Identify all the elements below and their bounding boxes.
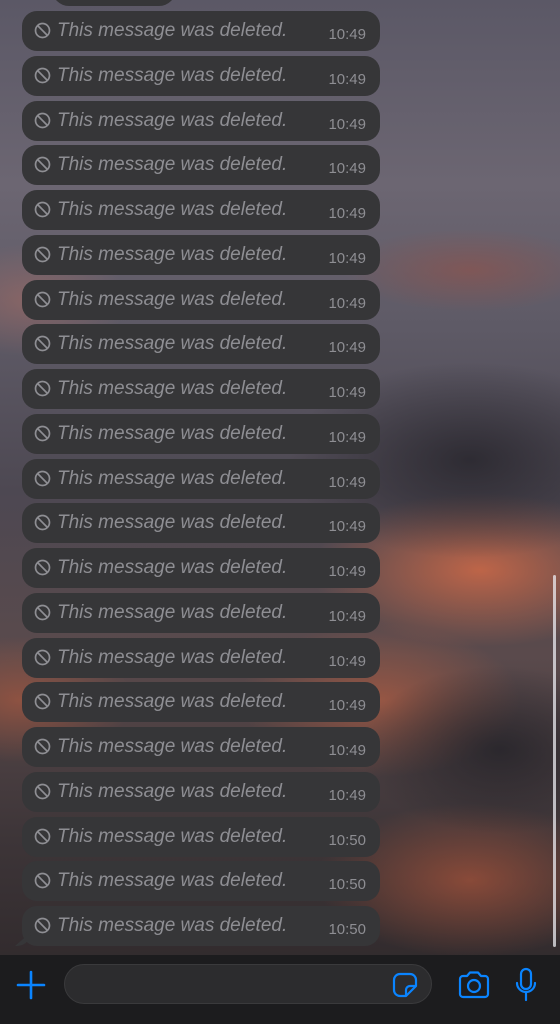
message-timestamp: 10:49 [328,26,366,43]
message-timestamp: 10:49 [328,786,366,804]
deleted-message-bubble[interactable]: This message was deleted. 10:49 [22,369,380,409]
block-icon [34,380,51,397]
message-timestamp: 10:49 [328,294,366,312]
message-timestamp: 10:50 [328,921,366,938]
message-timestamp: 10:49 [328,518,366,536]
block-icon [34,291,51,307]
block-icon [34,112,51,128]
message-timestamp: 10:49 [328,339,366,357]
camera-icon[interactable] [457,971,491,999]
deleted-message-bubble[interactable]: This message was deleted. 10:49 [22,11,380,51]
deleted-message-bubble[interactable]: This message was deleted. 10:49 [22,234,380,275]
message-timestamp: 10:49 [328,160,366,178]
deleted-message-bubble[interactable]: This message was deleted. 10:49 [22,682,380,723]
deleted-message-bubble[interactable]: This message was deleted. 10:49 [22,637,380,678]
deleted-message-text: This message was deleted. [57,780,288,802]
block-icon [34,22,51,39]
block-icon [34,872,51,889]
deleted-message-text: This message was deleted. [57,601,288,623]
deleted-message-text: This message was deleted. [57,333,288,355]
deleted-message-text: This message was deleted. [57,109,288,131]
message-timestamp: 10:49 [328,428,366,446]
block-icon [34,604,51,621]
deleted-message-text: This message was deleted. [57,870,288,892]
block-icon [34,783,51,800]
deleted-message-bubble[interactable]: This message was deleted. 10:50 [22,861,380,902]
deleted-message-text: This message was deleted. [57,422,288,444]
deleted-message-bubble[interactable]: This message was deleted. 10:50 [22,906,380,946]
message-timestamp: 10:49 [328,473,366,491]
deleted-message-bubble[interactable]: This message was deleted. 10:49 [22,592,380,633]
deleted-message-text: This message was deleted. [57,378,288,399]
deleted-message-text: This message was deleted. [57,288,288,310]
deleted-message-text: This message was deleted. [57,199,288,220]
message-list[interactable]: This message was deleted. 10:49 This messa… [22,0,382,955]
deleted-message-bubble[interactable]: This message was deleted. 10:49 [22,55,380,96]
block-icon [34,917,51,934]
sticker-icon[interactable] [392,972,418,998]
partial-message-bubble [52,0,176,6]
deleted-message-text: This message was deleted. [57,512,288,534]
message-timestamp: 10:49 [328,115,366,133]
deleted-message-text: This message was deleted. [57,736,288,757]
deleted-message-bubble[interactable]: This message was deleted. 10:49 [22,190,380,230]
scroll-indicator[interactable] [553,575,556,947]
block-icon [34,201,51,218]
message-timestamp: 10:49 [328,249,366,267]
deleted-message-text: This message was deleted. [57,64,288,86]
block-icon [34,828,51,844]
deleted-message-text: This message was deleted. [57,20,288,41]
block-icon [34,649,51,665]
message-input[interactable] [64,964,432,1004]
deleted-message-text: This message was deleted. [57,646,288,668]
message-timestamp: 10:50 [328,876,366,894]
message-timestamp: 10:49 [328,384,366,401]
block-icon [34,67,51,84]
block-icon [34,425,51,442]
block-icon [34,470,51,486]
block-icon [34,693,51,710]
block-icon [34,738,51,755]
message-timestamp: 10:49 [328,742,366,759]
block-icon [34,335,51,352]
deleted-message-bubble[interactable]: This message was deleted. 10:49 [22,100,380,141]
message-timestamp: 10:50 [328,831,366,849]
message-input-bar [0,955,560,1024]
deleted-message-bubble[interactable]: This message was deleted. 10:49 [22,458,380,499]
block-icon [34,246,51,263]
block-icon [34,559,51,576]
deleted-message-text: This message was deleted. [57,154,288,176]
deleted-message-bubble[interactable]: This message was deleted. 10:49 [22,771,380,812]
deleted-message-text: This message was deleted. [57,467,288,489]
message-timestamp: 10:49 [328,563,366,580]
deleted-message-bubble[interactable]: This message was deleted. 10:50 [22,816,380,857]
message-timestamp: 10:49 [328,607,366,625]
chat-screen: This message was deleted. 10:49 This messa… [0,0,560,1024]
plus-icon[interactable] [15,969,47,1001]
deleted-message-text: This message was deleted. [57,915,288,936]
deleted-message-bubble[interactable]: This message was deleted. 10:49 [22,324,380,365]
deleted-message-bubble[interactable]: This message was deleted. 10:49 [22,413,380,454]
block-icon [34,514,51,531]
deleted-message-text: This message was deleted. [57,691,288,713]
deleted-message-text: This message was deleted. [57,243,288,265]
deleted-message-bubble[interactable]: This message was deleted. 10:49 [22,279,380,320]
block-icon [34,156,51,173]
deleted-message-bubble[interactable]: This message was deleted. 10:49 [22,145,380,186]
deleted-message-text: This message was deleted. [57,557,288,578]
message-timestamp: 10:49 [328,205,366,222]
message-timestamp: 10:49 [328,697,366,715]
message-timestamp: 10:49 [328,70,366,88]
deleted-message-bubble[interactable]: This message was deleted. 10:49 [22,548,380,588]
deleted-message-bubble[interactable]: This message was deleted. 10:49 [22,503,380,544]
deleted-message-bubble[interactable]: This message was deleted. 10:49 [22,727,380,767]
deleted-message-text: This message was deleted. [57,825,288,847]
message-timestamp: 10:49 [328,652,366,670]
microphone-icon[interactable] [514,967,538,1003]
